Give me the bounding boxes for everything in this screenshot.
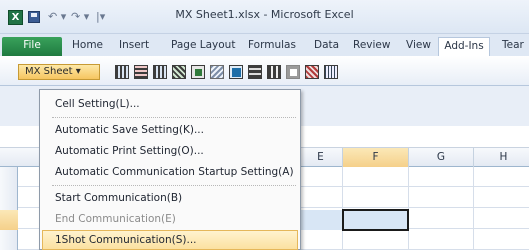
active-cell[interactable] — [342, 209, 409, 231]
tab-home[interactable]: Home — [72, 37, 103, 56]
column-header-f[interactable]: F — [342, 148, 408, 167]
toolbar-icon-7[interactable] — [229, 65, 243, 79]
menu-separator — [52, 185, 296, 186]
mx-sheet-dropdown-menu: Cell Setting(L)... Automatic Save Settin… — [39, 89, 301, 250]
toolbar-icon-8[interactable] — [248, 65, 262, 79]
column-header-e[interactable]: E — [298, 148, 342, 167]
toolbar-icon-12[interactable] — [324, 65, 338, 79]
ribbon-toolbar: MX Sheet ▾ — [0, 56, 529, 86]
column-header-g[interactable]: G — [408, 148, 473, 167]
window-title: MX Sheet1.xlsx - Microsoft Excel — [175, 8, 354, 21]
grid-line — [473, 167, 474, 250]
row-header-active[interactable] — [0, 210, 18, 230]
tab-page-layout[interactable]: Page Layout — [171, 37, 235, 56]
toolbar-icon-3[interactable] — [153, 65, 167, 79]
menu-item-automatic-print-setting[interactable]: Automatic Print Setting(O)... — [42, 141, 298, 161]
toolbar-icon-10[interactable] — [286, 65, 300, 79]
toolbar-icon-5[interactable] — [191, 65, 205, 79]
ribbon-tabs: File Home Insert Page Layout Formulas Da… — [0, 34, 529, 56]
tab-formulas[interactable]: Formulas — [248, 37, 296, 56]
toolbar-icon-6[interactable] — [210, 65, 224, 79]
menu-item-end-communication[interactable]: End Communication(E) — [42, 209, 298, 229]
toolbar-icon-2[interactable] — [134, 65, 148, 79]
tab-file[interactable]: File — [2, 37, 62, 56]
toolbar-icon-9[interactable] — [267, 65, 281, 79]
column-header-h[interactable]: H — [473, 148, 529, 167]
toolbar-icon-4[interactable] — [172, 65, 186, 79]
toolbar-icon-11[interactable] — [305, 65, 319, 79]
mx-sheet-menu-button[interactable]: MX Sheet ▾ — [18, 64, 100, 80]
tab-insert[interactable]: Insert — [119, 37, 149, 56]
menu-item-automatic-save-setting[interactable]: Automatic Save Setting(K)... — [42, 120, 298, 140]
tab-review[interactable]: Review — [353, 37, 390, 56]
row-headers — [0, 167, 18, 250]
toolbar-icon-1[interactable] — [115, 65, 129, 79]
title-bar: X ↶ ▾ ↷ ▾ |▾ MX Sheet1.xlsx - Microsoft … — [0, 0, 529, 34]
menu-item-1shot-communication[interactable]: 1Shot Communication(S)... — [42, 230, 298, 250]
tab-view[interactable]: View — [406, 37, 431, 56]
tab-data[interactable]: Data — [314, 37, 339, 56]
menu-item-start-communication[interactable]: Start Communication(B) — [42, 188, 298, 208]
menu-item-cell-setting[interactable]: Cell Setting(L)... — [42, 94, 298, 114]
menu-item-automatic-communication-startup-setting[interactable]: Automatic Communication Startup Setting(… — [42, 162, 298, 182]
menu-separator — [52, 117, 296, 118]
tab-add-ins[interactable]: Add-Ins — [438, 37, 490, 56]
tab-team[interactable]: Tear — [502, 37, 524, 56]
